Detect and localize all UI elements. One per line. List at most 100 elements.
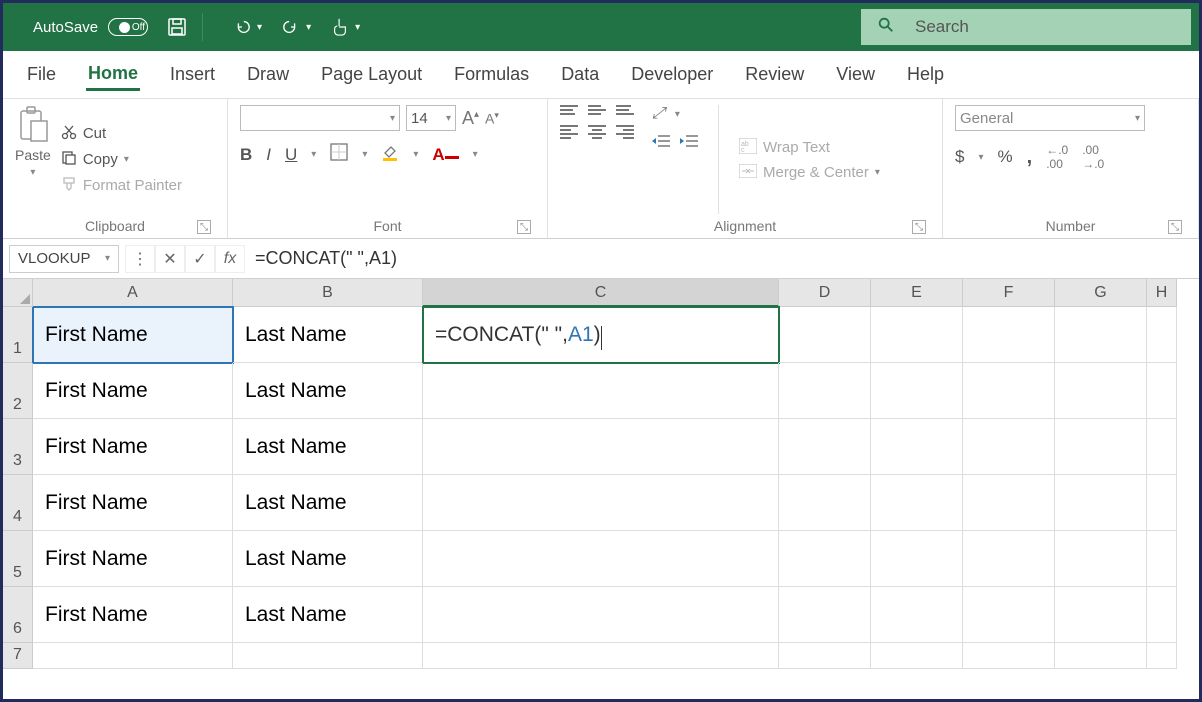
align-bottom-icon[interactable] [616,105,634,115]
font-launcher[interactable]: ⤡ [517,220,531,234]
col-header-a[interactable]: A [33,279,233,307]
col-header-g[interactable]: G [1055,279,1147,307]
row-header-2[interactable]: 2 [3,363,33,419]
row-header-5[interactable]: 5 [3,531,33,587]
cell-g2[interactable] [1055,363,1147,419]
cell-a5[interactable]: First Name [33,531,233,587]
tab-help[interactable]: Help [905,60,946,89]
decrease-font-icon[interactable]: A▾ [485,110,499,127]
increase-decimal-icon[interactable]: ←.0.00 [1046,143,1068,171]
tab-draw[interactable]: Draw [245,60,291,89]
cell-b6[interactable]: Last Name [233,587,423,643]
col-header-e[interactable]: E [871,279,963,307]
wrap-text-button[interactable]: abc Wrap Text [739,138,880,158]
align-left-icon[interactable] [560,125,578,139]
cell-a1[interactable]: First Name [33,307,233,363]
undo-icon[interactable] [227,12,257,42]
row-header-3[interactable]: 3 [3,419,33,475]
autosave-toggle[interactable]: AutoSave Off [33,18,148,36]
currency-button[interactable]: $ [955,147,964,167]
increase-indent-icon[interactable] [680,133,698,154]
cell-e4[interactable] [871,475,963,531]
name-box[interactable]: VLOOKUP▾ [9,245,119,273]
cell-b4[interactable]: Last Name [233,475,423,531]
cell-e5[interactable] [871,531,963,587]
row-header-7[interactable]: 7 [3,643,33,669]
cell-a2[interactable]: First Name [33,363,233,419]
touch-mode-icon[interactable] [325,12,355,42]
cut-button[interactable]: Cut [61,124,182,144]
cell-h5[interactable] [1147,531,1177,587]
cell-e1[interactable] [871,307,963,363]
align-top-icon[interactable] [560,105,578,115]
cell-b3[interactable]: Last Name [233,419,423,475]
cell-g3[interactable] [1055,419,1147,475]
tab-review[interactable]: Review [743,60,806,89]
cell-c7[interactable] [423,643,779,669]
cell-f6[interactable] [963,587,1055,643]
tab-developer[interactable]: Developer [629,60,715,89]
cell-d2[interactable] [779,363,871,419]
cell-b7[interactable] [233,643,423,669]
align-center-icon[interactable] [588,125,606,139]
cell-f5[interactable] [963,531,1055,587]
cell-h1[interactable] [1147,307,1177,363]
row-header-6[interactable]: 6 [3,587,33,643]
clipboard-launcher[interactable]: ⤡ [197,220,211,234]
namebox-expand[interactable]: ⋮ [125,245,155,273]
cell-e6[interactable] [871,587,963,643]
font-size-select[interactable]: 14▾ [406,105,456,131]
col-header-b[interactable]: B [233,279,423,307]
cell-d5[interactable] [779,531,871,587]
cell-a3[interactable]: First Name [33,419,233,475]
fx-button[interactable]: fx [215,245,245,273]
font-name-select[interactable]: ▾ [240,105,400,131]
cell-b1[interactable]: Last Name [233,307,423,363]
italic-button[interactable]: I [266,145,271,165]
number-format-select[interactable]: General▾ [955,105,1145,131]
row-header-4[interactable]: 4 [3,475,33,531]
cancel-formula-button[interactable]: ✕ [155,245,185,273]
cell-d6[interactable] [779,587,871,643]
enter-formula-button[interactable]: ✓ [185,245,215,273]
redo-icon[interactable] [276,12,306,42]
cell-e7[interactable] [871,643,963,669]
cell-b2[interactable]: Last Name [233,363,423,419]
alignment-launcher[interactable]: ⤡ [912,220,926,234]
spreadsheet-grid[interactable]: A B C D E F G H 1 First Name Last Name =… [3,279,1199,669]
cell-f4[interactable] [963,475,1055,531]
row-header-1[interactable]: 1 [3,307,33,363]
tab-formulas[interactable]: Formulas [452,60,531,89]
cell-f1[interactable] [963,307,1055,363]
cell-f7[interactable] [963,643,1055,669]
cell-h4[interactable] [1147,475,1177,531]
cell-a6[interactable]: First Name [33,587,233,643]
cell-g4[interactable] [1055,475,1147,531]
cell-e3[interactable] [871,419,963,475]
cell-g7[interactable] [1055,643,1147,669]
tab-data[interactable]: Data [559,60,601,89]
cell-g1[interactable] [1055,307,1147,363]
bold-button[interactable]: B [240,145,252,165]
search-box[interactable]: Search [861,9,1191,45]
select-all-corner[interactable] [3,279,33,307]
tab-page-layout[interactable]: Page Layout [319,60,424,89]
cell-h7[interactable] [1147,643,1177,669]
cell-g6[interactable] [1055,587,1147,643]
cell-f2[interactable] [963,363,1055,419]
fill-color-button[interactable] [381,143,399,166]
cell-d7[interactable] [779,643,871,669]
cell-a4[interactable]: First Name [33,475,233,531]
cell-c4[interactable] [423,475,779,531]
cell-c5[interactable] [423,531,779,587]
cell-e2[interactable] [871,363,963,419]
orientation-button[interactable]: ⤢ [652,105,665,123]
align-middle-icon[interactable] [588,105,606,115]
decrease-decimal-icon[interactable]: .00→.0 [1082,143,1104,171]
copy-button[interactable]: Copy ▾ [61,150,182,170]
save-icon[interactable] [162,12,192,42]
underline-button[interactable]: U [285,145,297,165]
cell-d3[interactable] [779,419,871,475]
tab-view[interactable]: View [834,60,877,89]
cell-h3[interactable] [1147,419,1177,475]
